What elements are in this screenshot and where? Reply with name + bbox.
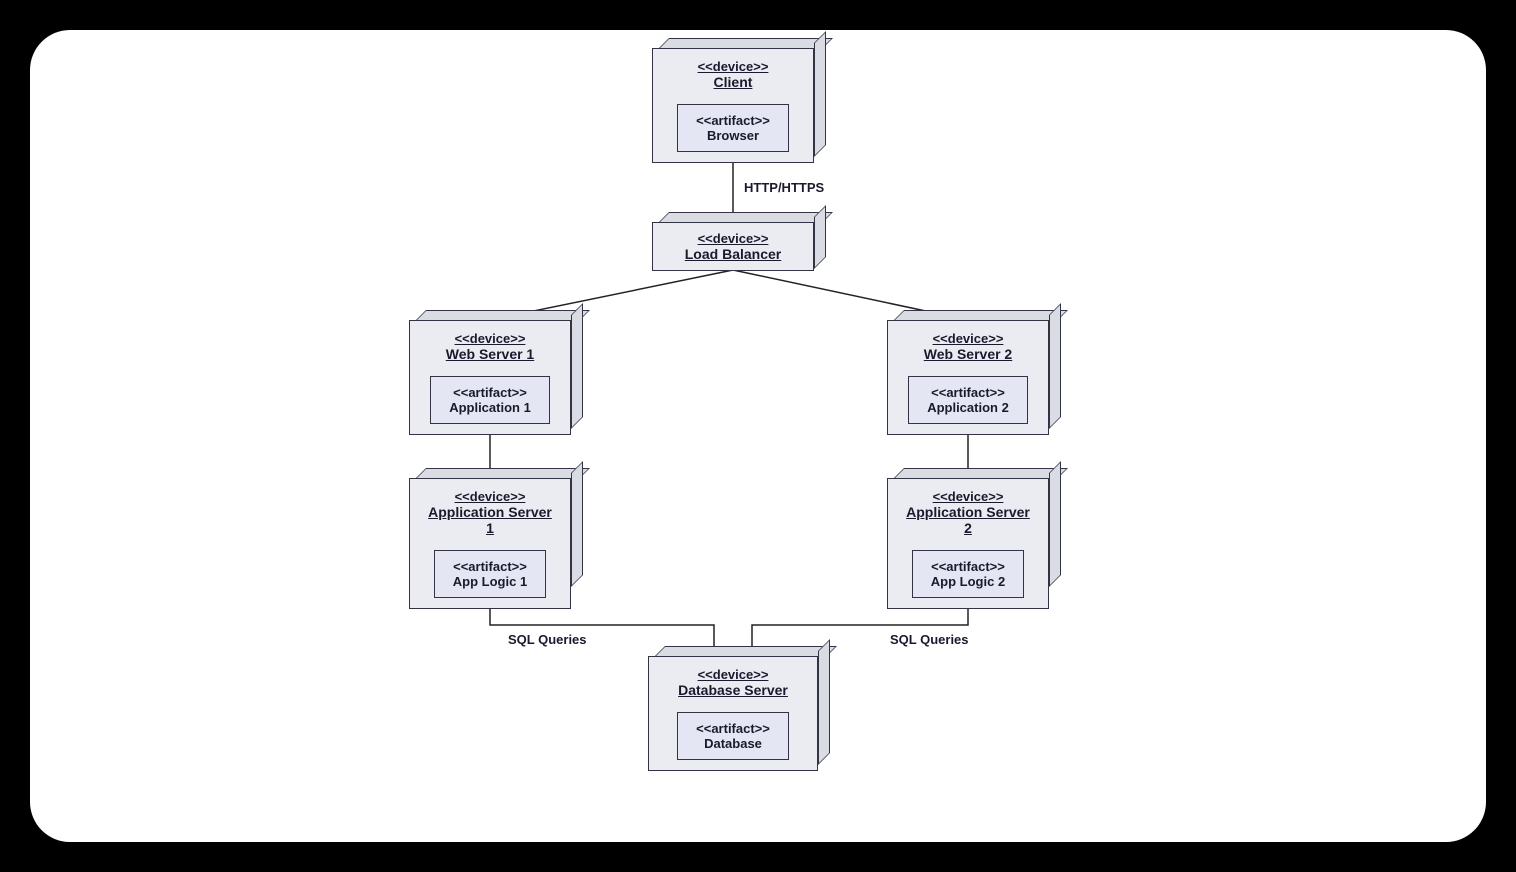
edge-label-http: HTTP/HTTPS <box>744 180 824 195</box>
diagram-canvas: HTTP/HTTPS SQL Queries SQL Queries <<dev… <box>30 30 1486 842</box>
client-name: Client <box>669 74 797 90</box>
app2-stereotype: <<device>> <box>904 489 1032 504</box>
db-stereotype: <<device>> <box>665 667 801 682</box>
app2-artifact-name: App Logic 2 <box>931 574 1005 589</box>
db-artifact-name: Database <box>696 736 770 751</box>
edge-label-sql1: SQL Queries <box>508 632 587 647</box>
app1-artifact: <<artifact>> App Logic 1 <box>434 550 546 598</box>
node-client: <<device>> Client <<artifact>> Browser <box>652 48 814 163</box>
web1-stereotype: <<device>> <box>426 331 554 346</box>
node-app-server-1: <<device>> Application Server 1 <<artifa… <box>409 478 571 609</box>
web2-name: Web Server 2 <box>904 346 1032 362</box>
node-app-server-2: <<device>> Application Server 2 <<artifa… <box>887 478 1049 609</box>
app2-name: Application Server 2 <box>904 504 1032 536</box>
web1-artifact-name: Application 1 <box>449 400 531 415</box>
app2-artifact: <<artifact>> App Logic 2 <box>912 550 1024 598</box>
node-database-server: <<device>> Database Server <<artifact>> … <box>648 656 818 771</box>
web2-artifact-stereotype: <<artifact>> <box>927 385 1009 400</box>
node-web-server-1: <<device>> Web Server 1 <<artifact>> App… <box>409 320 571 435</box>
app1-stereotype: <<device>> <box>426 489 554 504</box>
lb-name: Load Balancer <box>673 246 793 262</box>
app1-artifact-name: App Logic 1 <box>453 574 527 589</box>
db-name: Database Server <box>665 682 801 698</box>
client-artifact-stereotype: <<artifact>> <box>696 113 770 128</box>
node-web-server-2: <<device>> Web Server 2 <<artifact>> App… <box>887 320 1049 435</box>
app1-artifact-stereotype: <<artifact>> <box>453 559 527 574</box>
web1-artifact-stereotype: <<artifact>> <box>449 385 531 400</box>
node-load-balancer: <<device>> Load Balancer <box>652 222 814 271</box>
web1-name: Web Server 1 <box>426 346 554 362</box>
client-artifact: <<artifact>> Browser <box>677 104 789 152</box>
app1-name: Application Server 1 <box>426 504 554 536</box>
lb-stereotype: <<device>> <box>673 231 793 246</box>
app2-artifact-stereotype: <<artifact>> <box>931 559 1005 574</box>
web2-artifact: <<artifact>> Application 2 <box>908 376 1028 424</box>
web1-artifact: <<artifact>> Application 1 <box>430 376 550 424</box>
client-stereotype: <<device>> <box>669 59 797 74</box>
web2-stereotype: <<device>> <box>904 331 1032 346</box>
web2-artifact-name: Application 2 <box>927 400 1009 415</box>
client-artifact-name: Browser <box>696 128 770 143</box>
edge-label-sql2: SQL Queries <box>890 632 969 647</box>
db-artifact: <<artifact>> Database <box>677 712 789 760</box>
db-artifact-stereotype: <<artifact>> <box>696 721 770 736</box>
